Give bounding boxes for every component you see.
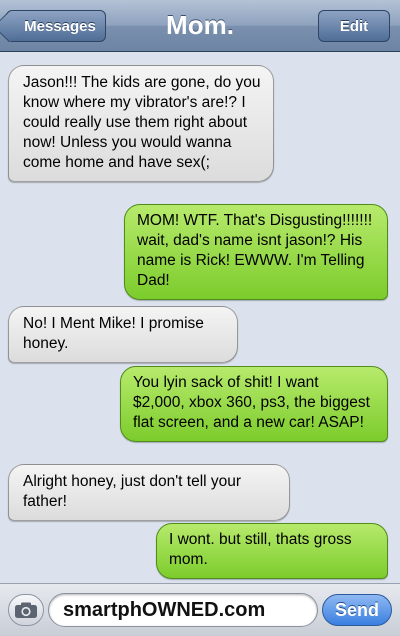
outgoing-message-bubble: You lyin sack of shit! I want $2,000, xb… bbox=[120, 366, 388, 442]
camera-button[interactable] bbox=[8, 594, 44, 626]
incoming-message-bubble: No! I Ment Mike! I promise honey. bbox=[8, 306, 238, 363]
incoming-message-bubble: Jason!!! The kids are gone, do you know … bbox=[8, 65, 274, 182]
outgoing-message-bubble: I wont. but still, thats gross mom. bbox=[156, 523, 388, 579]
back-button-label: Messages bbox=[24, 17, 96, 35]
message-input-field[interactable]: smartphOWNED.com bbox=[48, 593, 318, 627]
navigation-bar: Messages Mom. Edit bbox=[0, 0, 400, 52]
incoming-message-bubble: Alright honey, just don't tell your fath… bbox=[8, 464, 290, 521]
message-composer-bar: smartphOWNED.com Send bbox=[0, 583, 400, 636]
send-button[interactable]: Send bbox=[322, 594, 392, 626]
camera-icon bbox=[15, 602, 37, 618]
edit-button[interactable]: Edit bbox=[318, 10, 390, 42]
outgoing-message-bubble: MOM! WTF. That's Disgusting!!!!!!! wait,… bbox=[124, 204, 388, 300]
message-thread[interactable]: Jason!!! The kids are gone, do you know … bbox=[0, 53, 400, 583]
